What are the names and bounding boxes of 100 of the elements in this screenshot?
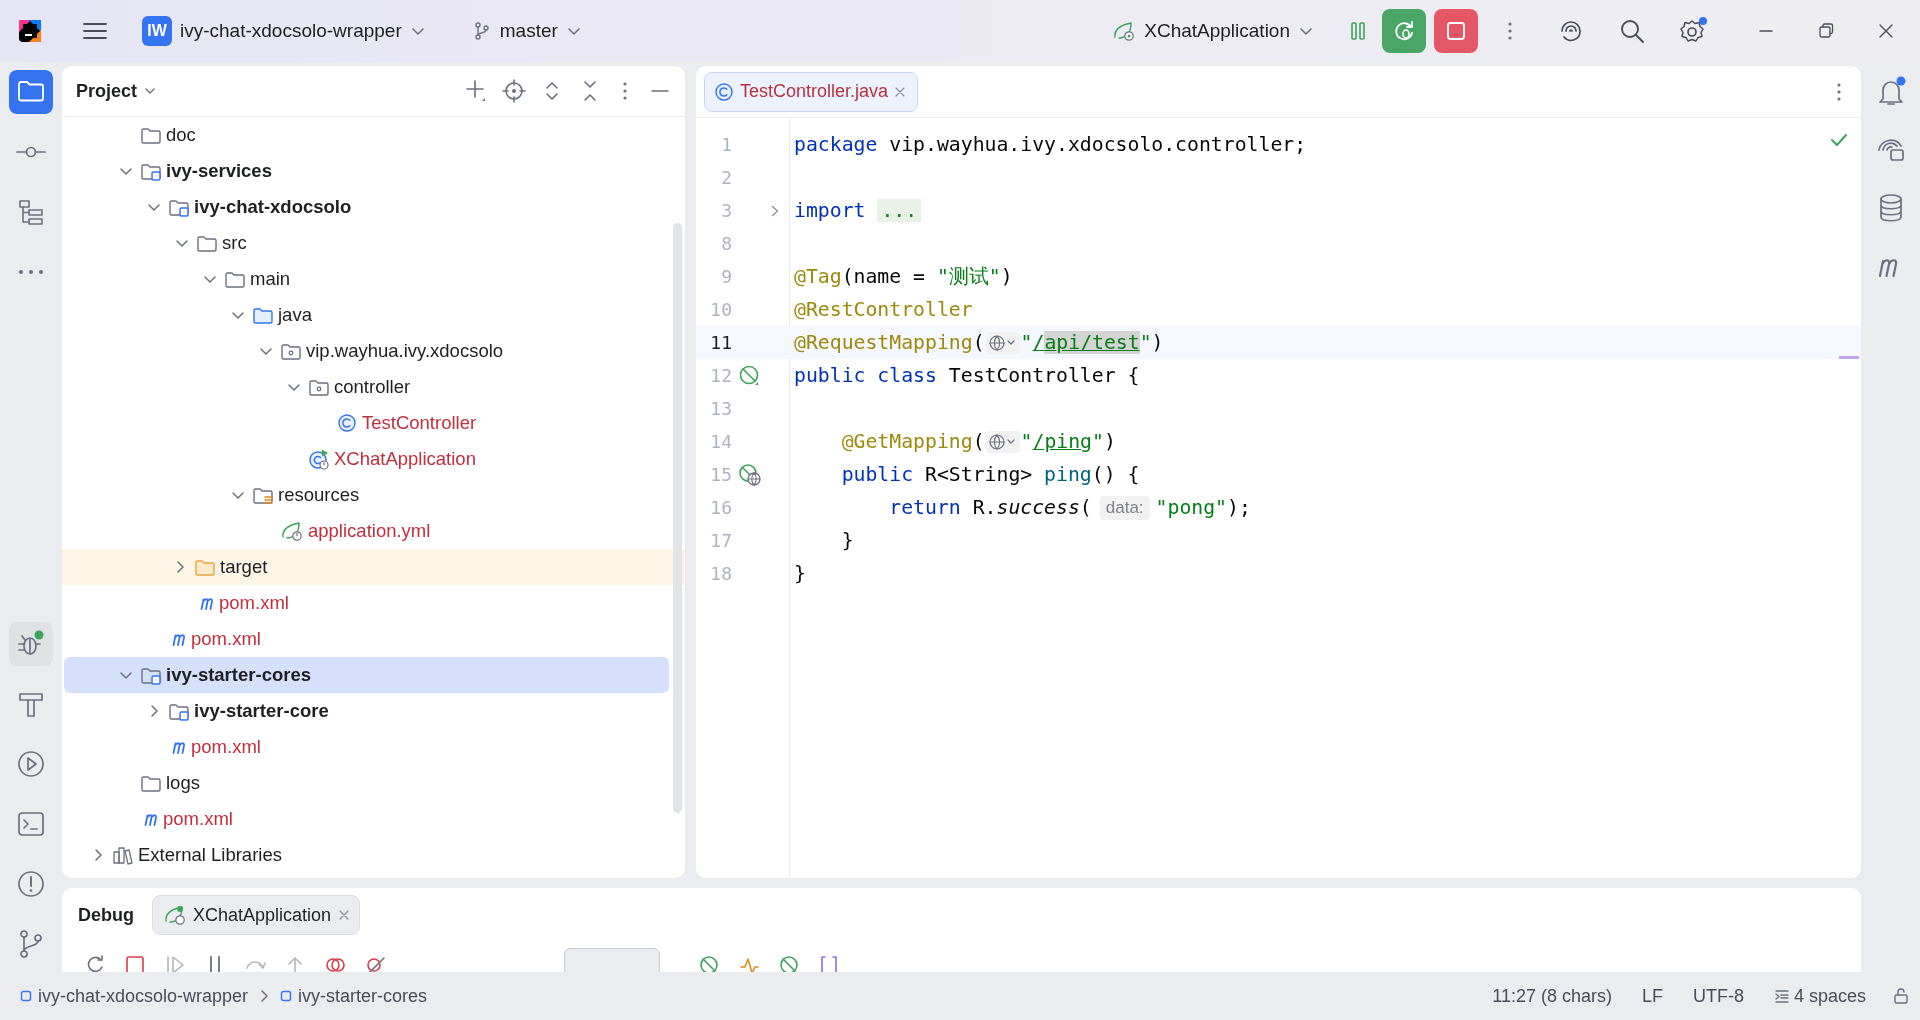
tree-item[interactable]: ivy-starter-core: [64, 693, 669, 729]
module-icon: [20, 990, 32, 1002]
tree-item[interactable]: TestController: [64, 405, 669, 441]
maven-icon: [200, 596, 215, 610]
tree-item[interactable]: pom.xml: [64, 621, 669, 657]
change-marker: [1839, 356, 1859, 359]
spring-app-icon: [163, 904, 187, 926]
beans-icon[interactable]: [698, 954, 720, 972]
folder-icon: [140, 125, 162, 145]
tool-window-button[interactable]: [9, 70, 53, 114]
project-badge: IW: [142, 16, 172, 46]
code-text: return R.success(: [888, 496, 1092, 519]
folder-icon: [252, 305, 274, 325]
resources-folder-icon: [252, 485, 274, 505]
tree-item[interactable]: doc: [64, 117, 669, 153]
tree-item[interactable]: pom.xml: [64, 729, 669, 765]
locate-icon[interactable]: [501, 78, 527, 104]
library-icon: [112, 845, 134, 865]
tree-item[interactable]: ivy-chat-xdocsolo: [64, 189, 669, 225]
application-class-icon: [308, 448, 330, 470]
tree-item[interactable]: resources: [64, 477, 669, 513]
tree-item[interactable]: pom.xml: [64, 801, 669, 837]
class-icon: [713, 81, 735, 102]
editor-tab[interactable]: TestController.java: [704, 71, 919, 112]
tree-item[interactable]: XChatApplication: [64, 441, 669, 477]
code-text: @GetMapping(: [840, 430, 985, 453]
project-name-dropdown[interactable]: IW ivy-chat-xdocsolo-wrapper: [136, 11, 432, 51]
code-text: import ...: [794, 199, 922, 222]
stop-icon: [1445, 20, 1467, 42]
breadcrumb[interactable]: ivy-chat-xdocsolo-wrapper: [20, 985, 249, 1007]
project-view-selector[interactable]: Project: [76, 80, 158, 102]
maven-icon: [144, 812, 159, 826]
tree-item[interactable]: ivy-services: [64, 153, 669, 189]
line-number: 14: [709, 431, 732, 452]
line-number: 17: [709, 530, 732, 551]
code-text: @RestController: [794, 298, 973, 321]
mappings-icon[interactable]: [778, 954, 800, 972]
search-icon[interactable]: [1618, 17, 1646, 45]
line-number: 12: [709, 365, 732, 386]
line-number: 9: [720, 266, 732, 287]
spring-app-icon: [1112, 20, 1137, 42]
tree-item[interactable]: target: [62, 549, 685, 585]
globe-inlay-icon[interactable]: [985, 430, 1020, 453]
tool-window-button[interactable]: [9, 622, 53, 666]
panel-title: Debug: [78, 904, 134, 926]
maven-icon: [172, 740, 187, 754]
line-number: 1: [720, 134, 732, 155]
tree-item[interactable]: src: [64, 225, 669, 261]
caret-position[interactable]: 11:27 (8 chars): [1492, 985, 1612, 1007]
code-text: "pong");: [1155, 496, 1251, 519]
stop-icon[interactable]: [124, 954, 146, 972]
code-text: @Tag(name = "测试"): [794, 264, 1013, 290]
spring-config-icon: [280, 520, 304, 542]
scrollbar[interactable]: [673, 223, 682, 813]
menu-icon[interactable]: [82, 20, 108, 42]
indent-setting[interactable]: 4 spaces: [1773, 985, 1866, 1007]
line-number: 15: [709, 464, 732, 485]
environment-icon[interactable]: [818, 954, 840, 972]
mute-breakpoints-icon[interactable]: [364, 954, 386, 972]
indent-icon: [1773, 988, 1790, 1004]
code-text: package vip.wayhua.ivy.xdocsolo.controller;: [794, 133, 1307, 156]
line-number: 2: [720, 167, 732, 188]
line-separator[interactable]: LF: [1641, 985, 1663, 1007]
code-text: }: [794, 562, 806, 585]
package-folder-icon: [280, 341, 302, 361]
package-folder-icon: [308, 377, 330, 397]
tree-item[interactable]: External Libraries: [64, 837, 669, 873]
tree-item[interactable]: pom.xml: [64, 585, 669, 621]
code-text: public class TestController {: [794, 364, 1140, 387]
session-tab[interactable]: XChatApplication: [152, 895, 361, 935]
module-folder-icon: [168, 701, 190, 721]
tree-item[interactable]: controller: [64, 369, 669, 405]
tree-item[interactable]: application.yml: [64, 513, 669, 549]
module-folder-icon: [140, 161, 162, 181]
parameter-hint: data:: [1099, 495, 1150, 520]
stop-button[interactable]: [1434, 9, 1478, 53]
lock-icon[interactable]: [1892, 987, 1910, 1005]
tree-item[interactable]: ivy-starter-cores: [64, 657, 669, 693]
folder-icon: [224, 269, 246, 289]
code-text: public R<String> ping() {: [840, 463, 1140, 486]
code-text: }: [840, 529, 854, 552]
fold-icon[interactable]: [771, 204, 779, 217]
file-encoding[interactable]: UTF-8: [1692, 985, 1744, 1007]
tree-item[interactable]: main: [64, 261, 669, 297]
folder-icon: [194, 557, 216, 577]
line-number: 18: [709, 563, 732, 584]
globe-inlay-icon[interactable]: [985, 331, 1020, 354]
line-number: 10: [709, 299, 732, 320]
tree-item[interactable]: logs: [64, 765, 669, 801]
rerun-button[interactable]: [1382, 9, 1426, 53]
tree-item[interactable]: vip.wayhua.ivy.xdocsolo: [64, 333, 669, 369]
module-folder-icon: [168, 197, 190, 217]
branch-selector[interactable]: master: [465, 11, 588, 51]
run-configuration-selector[interactable]: XChatApplication: [1106, 11, 1320, 51]
code-text: "/ping"): [1020, 430, 1116, 453]
endpoint-icon[interactable]: [738, 462, 762, 487]
line-number: 13: [709, 398, 732, 419]
breadcrumb[interactable]: ivy-starter-cores: [280, 985, 428, 1007]
tree-item[interactable]: java: [64, 297, 669, 333]
maven-icon: [172, 632, 187, 646]
